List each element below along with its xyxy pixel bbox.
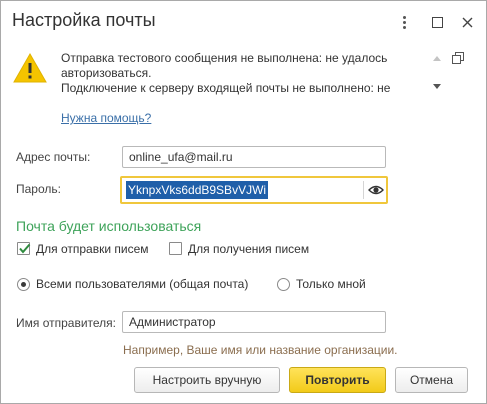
receive-checkbox-label[interactable]: Для получения писем [188,242,309,256]
help-link[interactable]: Нужна помощь? [61,111,151,125]
error-message-text: Отправка тестового сообщения не выполнен… [61,51,429,96]
title-bar: Настройка почты [1,1,486,43]
more-vertical-icon[interactable] [393,11,415,33]
retry-button[interactable]: Повторить [289,367,386,393]
configure-manually-button[interactable]: Настроить вручную [134,367,280,393]
email-field[interactable]: online_ufa@mail.ru [122,146,386,168]
receive-checkbox[interactable] [169,242,182,255]
mail-settings-window: Настройка почты Отправка тестового сообщ… [0,0,487,404]
window-title: Настройка почты [12,10,156,30]
open-window-icon[interactable] [452,52,464,64]
password-value-selected: YknpxVks6ddB9SBvVJWi [126,181,269,199]
scroll-up-icon[interactable] [433,55,441,61]
eye-icon[interactable] [368,183,384,197]
field-divider [363,181,364,199]
close-icon[interactable] [456,11,478,33]
sender-hint: Например, Ваше имя или название организа… [123,343,398,357]
only-me-radio[interactable] [277,278,290,291]
usage-section-title: Почта будет использоваться [16,218,202,234]
sender-name-label: Имя отправителя: [16,316,117,330]
sender-name-field[interactable]: Администратор [122,311,386,333]
password-label: Пароль: [16,182,61,196]
password-field[interactable]: YknpxVks6ddB9SBvVJWi [120,176,388,204]
message-line: Подключение к серверу входящей почты не … [61,81,391,95]
warning-triangle-icon [13,53,47,83]
error-message-area: Отправка тестового сообщения не выполнен… [1,43,486,101]
all-users-radio-label[interactable]: Всеми пользователями (общая почта) [36,277,248,291]
message-line: Отправка тестового сообщения не выполнен… [61,51,388,65]
maximize-icon[interactable] [426,11,448,33]
send-checkbox-label[interactable]: Для отправки писем [36,242,149,256]
message-line: авторизоваться. [61,66,152,80]
only-me-radio-label[interactable]: Только мной [296,277,366,291]
scroll-down-icon[interactable] [433,84,441,90]
send-checkbox[interactable] [17,242,31,255]
all-users-radio[interactable] [17,278,30,291]
cancel-button[interactable]: Отмена [395,367,468,393]
email-label: Адрес почты: [16,150,91,164]
